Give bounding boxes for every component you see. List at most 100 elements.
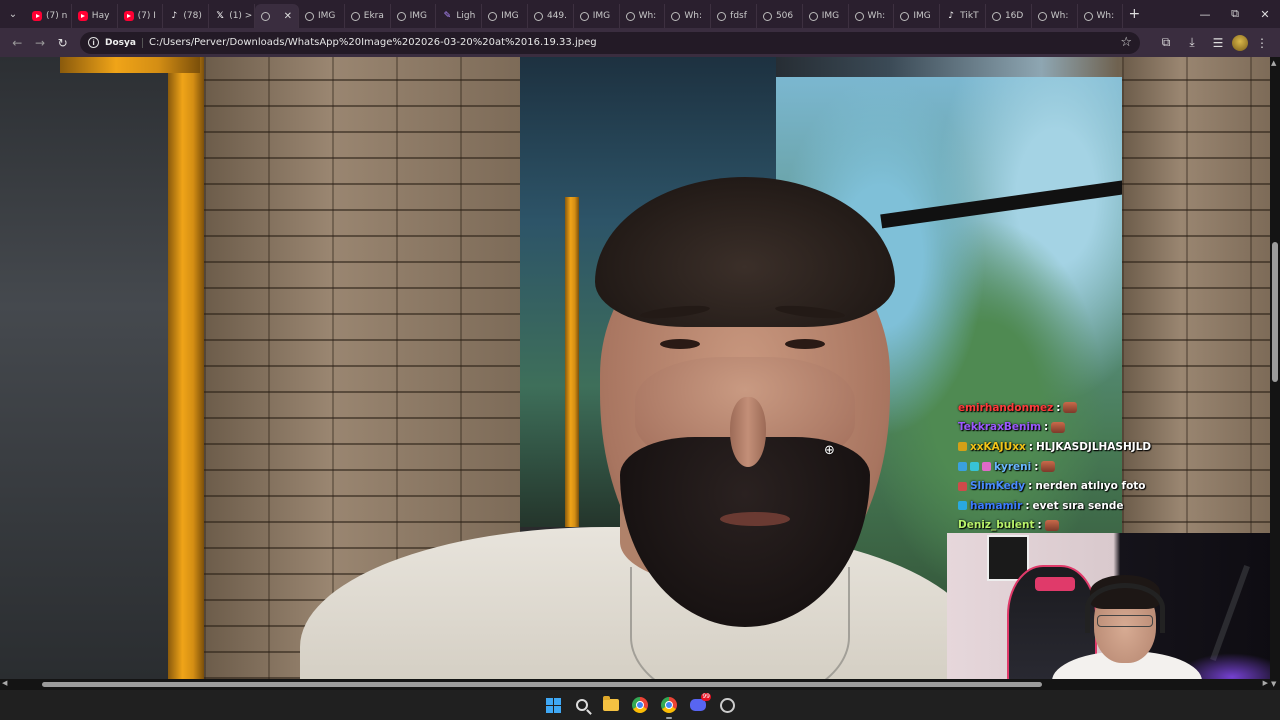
vertical-scrollbar[interactable]: ▲ ▼ <box>1270 57 1280 690</box>
tab[interactable]: IMG <box>299 4 345 28</box>
chat-message: emirhandonmez: <box>958 398 1188 418</box>
chat-text: HLJKASDJLHASHJLD <box>1036 440 1152 453</box>
profile-avatar[interactable] <box>1232 34 1249 51</box>
globe-icon <box>579 11 589 21</box>
chat-badge-icon <box>958 481 967 491</box>
tab-label: IMG <box>409 11 427 21</box>
search-icon[interactable] <box>572 695 592 715</box>
tab-label: 449. <box>546 11 568 21</box>
tab-label: 16D <box>1004 11 1024 21</box>
chat-badge-icon <box>982 462 991 472</box>
tab[interactable]: 𝕏 (1) > <box>209 4 255 28</box>
chat-separator: : <box>1037 519 1042 532</box>
globe-icon <box>1037 11 1047 21</box>
chat-separator: : <box>1034 460 1039 473</box>
windows-start-icon[interactable] <box>543 695 563 715</box>
tab[interactable]: 449. <box>528 4 574 28</box>
chat-separator: : <box>1025 499 1030 512</box>
restore-button[interactable]: ⧉ <box>1220 0 1250 28</box>
scroll-down-arrow-icon[interactable]: ▼ <box>1271 680 1276 688</box>
tab[interactable]: Hay <box>72 4 118 28</box>
tab[interactable]: IMG <box>391 4 437 28</box>
cam-chair-logo <box>1035 577 1075 591</box>
tab[interactable]: IMG <box>574 4 620 28</box>
address-url[interactable]: C:/Users/Perver/Downloads/WhatsApp%20Ima… <box>149 37 597 48</box>
chat-message: hamamir: evet sıra sende <box>958 496 1188 516</box>
tab-label: Ligh <box>456 11 476 21</box>
tab[interactable]: Ekra <box>345 4 391 28</box>
youtube-icon <box>77 11 88 21</box>
chat-username: kyreni <box>994 460 1032 473</box>
new-tab-button[interactable]: + <box>1123 0 1145 28</box>
tab[interactable]: Wh: <box>1078 4 1124 28</box>
tab[interactable]: (7) I <box>118 4 164 28</box>
tab[interactable]: IMG <box>482 4 528 28</box>
tab[interactable]: 506 <box>757 4 803 28</box>
chat-message: kyreni: <box>958 457 1188 477</box>
minimize-button[interactable]: — <box>1190 0 1220 28</box>
horizontal-scroll-thumb[interactable] <box>42 682 1042 687</box>
tab-search-icon[interactable]: ⌄ <box>0 0 26 28</box>
chrome-active-icon[interactable] <box>659 695 679 719</box>
globe-icon <box>533 11 543 21</box>
close-window-button[interactable]: ✕ <box>1250 0 1280 28</box>
photo-person-right-eye <box>785 339 825 349</box>
back-button[interactable]: ← <box>6 31 29 55</box>
downloads-icon[interactable]: ⤓ <box>1180 31 1204 55</box>
tab[interactable]: fdsf <box>711 4 757 28</box>
scroll-left-arrow-icon[interactable]: ◀ <box>2 679 7 687</box>
chat-badge-icon <box>970 462 979 472</box>
tab[interactable]: Wh: <box>620 4 666 28</box>
chat-separator: : <box>1028 480 1033 493</box>
bookmark-star-icon[interactable]: ☆ <box>1120 35 1132 50</box>
site-info-icon[interactable]: i <box>88 37 100 48</box>
tab[interactable]: 16D <box>986 4 1032 28</box>
tab[interactable]: ✎ Ligh <box>436 4 483 28</box>
image-viewer: ⊕ emirhandonmez: TekkraxBenim: xxKAJUxx: HL… <box>0 57 1280 690</box>
chat-separator: : <box>1028 440 1033 453</box>
chat-username: emirhandonmez <box>958 401 1054 414</box>
media-controls-icon[interactable]: ☰ <box>1206 31 1230 55</box>
globe-icon <box>396 11 406 21</box>
chat-username: xxKAJUxx <box>970 440 1026 453</box>
extensions-icon[interactable]: ⧉ <box>1154 31 1178 55</box>
tab-label: IMG <box>913 11 931 21</box>
file-explorer-icon[interactable] <box>601 695 621 715</box>
vertical-scroll-thumb[interactable] <box>1272 242 1278 382</box>
tab-strip: ⌄ (7) n Hay (7) I ♪ (78) 𝕏 (1) > ✕ IMG Ekra IMG ✎ Li… <box>0 0 1280 28</box>
tab-label: (1) > <box>229 11 253 21</box>
cam-glasses <box>1097 615 1153 627</box>
chat-emote-icon <box>1063 402 1078 414</box>
globe-icon <box>854 11 864 21</box>
scroll-right-arrow-icon[interactable]: ▶ <box>1263 679 1268 687</box>
tab-label: Ekra <box>363 11 384 21</box>
tab-close-icon[interactable]: ✕ <box>284 11 292 22</box>
globe-icon <box>991 11 1001 21</box>
reload-button[interactable]: ↻ <box>51 31 74 55</box>
tab[interactable]: (7) n <box>26 4 72 28</box>
streamer-webcam <box>947 533 1280 690</box>
browser-menu-icon[interactable]: ⋮ <box>1250 31 1274 55</box>
tab[interactable]: Wh: <box>1032 4 1078 28</box>
chat-badge-icon <box>958 462 967 472</box>
tab[interactable]: IMG <box>894 4 941 28</box>
tab[interactable]: ♪ TikT <box>940 4 986 28</box>
photo-door-frame <box>168 57 204 679</box>
photo-window-frame <box>565 197 579 527</box>
app-icon[interactable] <box>717 695 737 715</box>
tab[interactable]: Wh: <box>849 4 895 28</box>
scroll-up-arrow-icon[interactable]: ▲ <box>1271 59 1276 67</box>
discord-icon[interactable]: 99 <box>688 693 711 715</box>
tab[interactable]: IMG <box>803 4 849 28</box>
tab[interactable]: Wh: <box>665 4 712 28</box>
tab[interactable]: ♪ (78) <box>163 4 210 28</box>
chrome-icon[interactable] <box>630 695 650 715</box>
windows-taskbar: 99 <box>0 690 1280 720</box>
tab-label: IMG <box>501 11 519 21</box>
globe-icon <box>808 11 818 21</box>
forward-button[interactable]: → <box>29 31 52 55</box>
tab-label: (7) n <box>46 11 68 21</box>
horizontal-scrollbar[interactable]: ◀ ▶ <box>0 679 1270 690</box>
address-bar[interactable]: i Dosya C:/Users/Perver/Downloads/WhatsA… <box>80 31 1141 54</box>
tab-active[interactable]: ✕ <box>254 4 299 28</box>
